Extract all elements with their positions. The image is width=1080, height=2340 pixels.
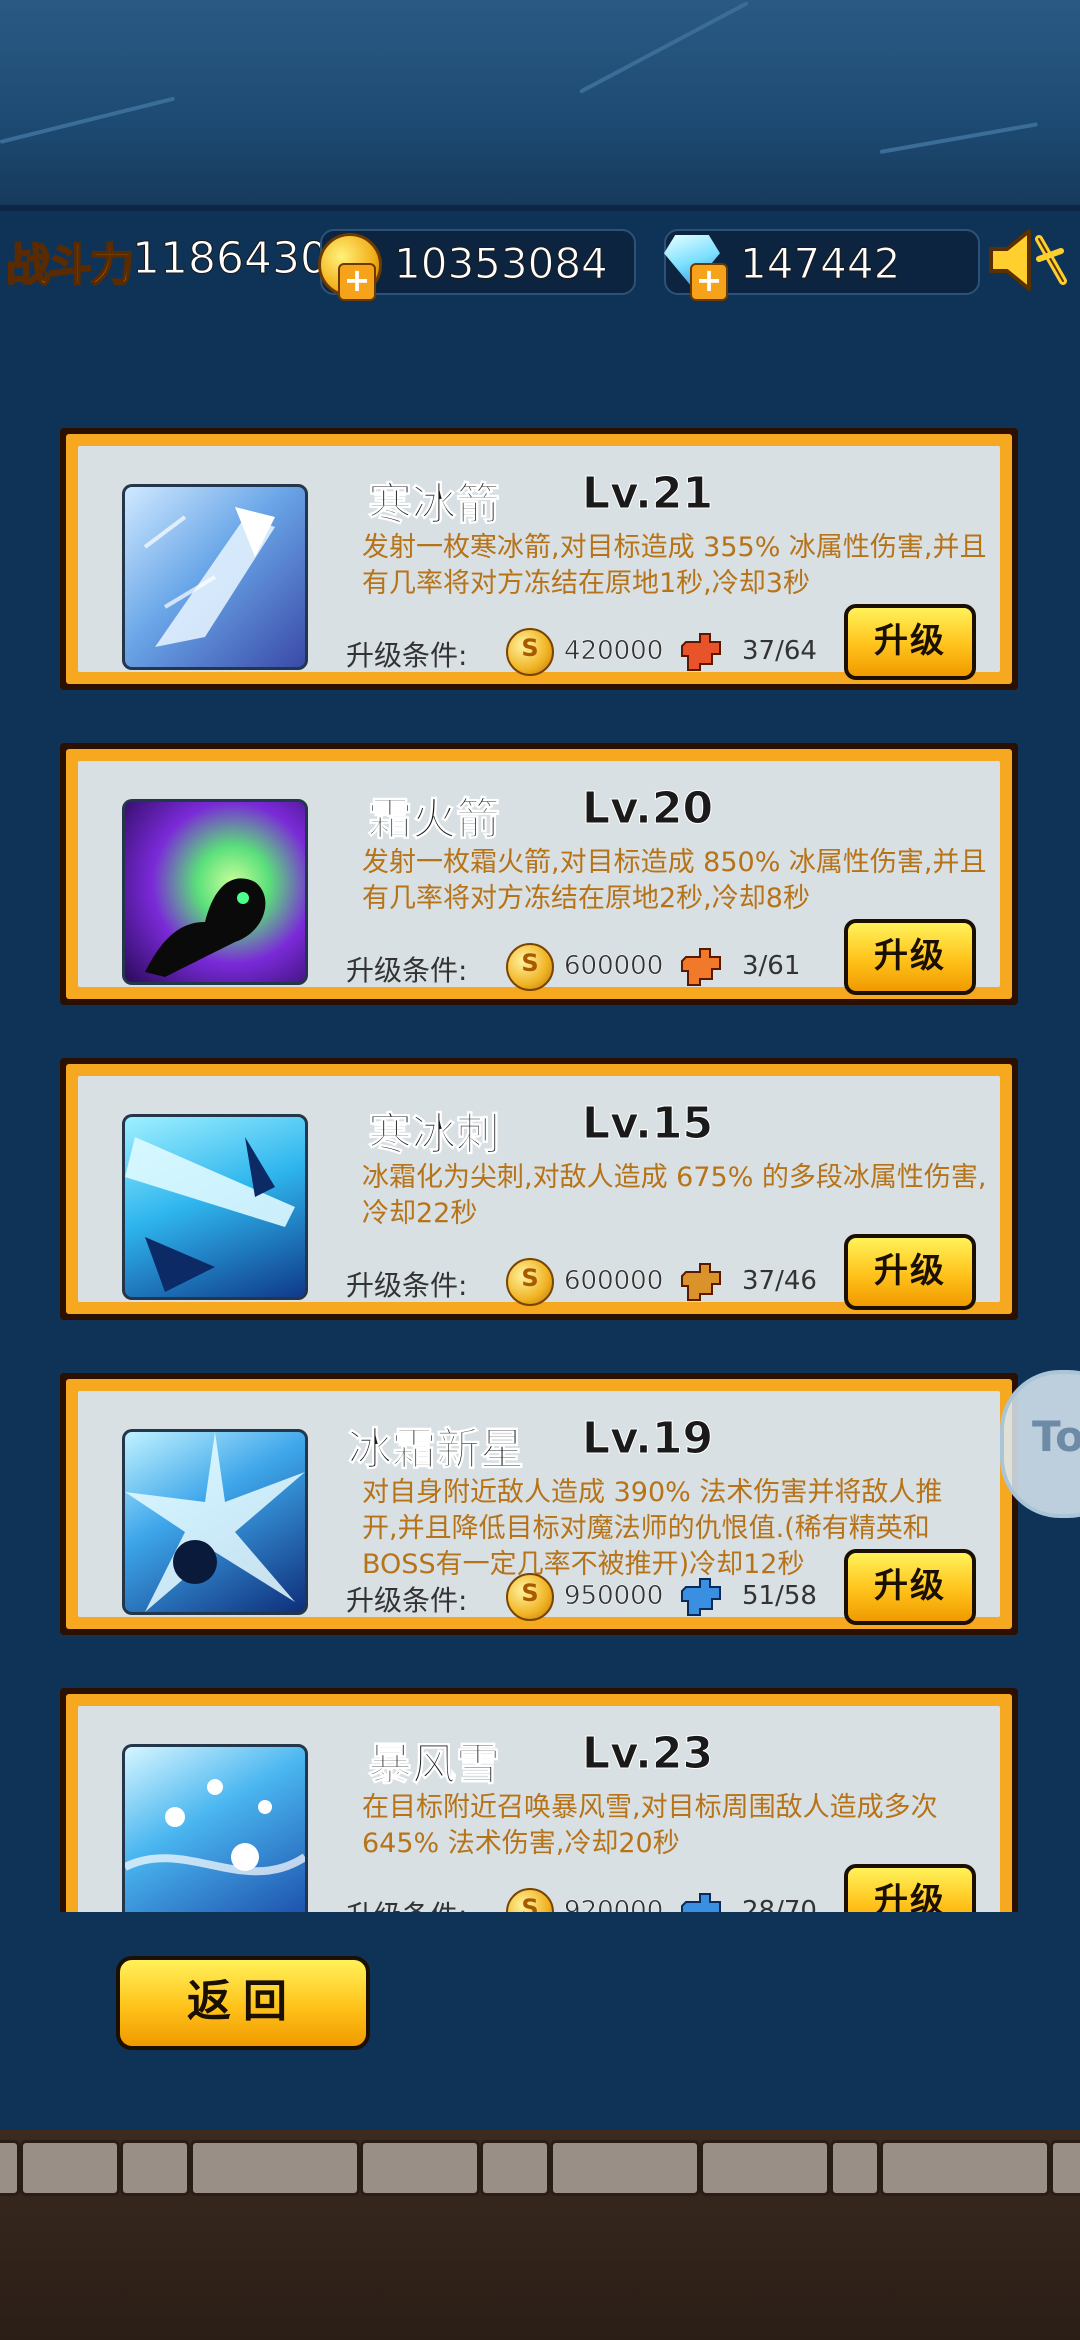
- skill-fragment-icon: [681, 1893, 721, 1912]
- crack-decoration: [0, 96, 176, 144]
- fragment-count: 37/46: [742, 1266, 817, 1296]
- skill-card: 暴风雪 Lv.23 在目标附近召唤暴风雪,对目标周围敌人造成多次 645% 法术…: [60, 1688, 1018, 1912]
- skill-card: 霜火箭 Lv.20 发射一枚霜火箭,对目标造成 850% 冰属性伤害,并且有几率…: [60, 743, 1018, 1005]
- skill-name: 冰霜新星: [348, 1424, 525, 1476]
- fragment-count: 28/70: [742, 1896, 817, 1912]
- combat-power-value: 1186430: [132, 233, 329, 285]
- skill-level: Lv.21: [581, 468, 714, 520]
- gold-cost: 920000: [564, 1896, 664, 1912]
- upgrade-button[interactable]: 升级: [844, 1234, 976, 1310]
- stats-bar: 战斗力 1186430 10353084 + 147442 +: [0, 215, 1080, 305]
- frostfire-arrow-icon: [122, 799, 308, 985]
- add-gold-icon[interactable]: +: [338, 263, 376, 301]
- skill-description: 发射一枚霜火箭,对目标造成 850% 冰属性伤害,并且有几率将对方冻结在原地2秒…: [362, 847, 987, 914]
- gold-cost: 420000: [564, 636, 664, 667]
- skill-fragment-icon: [681, 1263, 721, 1301]
- gold-coin-icon: [506, 1573, 554, 1621]
- gold-coin-icon: [506, 1258, 554, 1306]
- floating-badge-text: To: [1032, 1412, 1080, 1461]
- gold-cost: 600000: [564, 1266, 664, 1297]
- upgrade-condition-label: 升级条件:: [346, 639, 468, 672]
- skill-description: 在目标附近召唤暴风雪,对目标周围敌人造成多次 645% 法术伤害,冷却20秒: [362, 1792, 938, 1859]
- skill-card: 冰霜新星 Lv.19 对自身附近敌人造成 390% 法术伤害并将敌人推开,并且降…: [60, 1373, 1018, 1635]
- upgrade-condition-label: 升级条件:: [346, 1894, 467, 1912]
- skill-card: 寒冰刺 Lv.15 冰霜化为尖刺,对敌人造成 675% 的多段冰属性伤害,冷却2…: [60, 1058, 1018, 1320]
- gold-cost: 600000: [564, 951, 664, 982]
- sound-muted-icon[interactable]: [985, 225, 1067, 295]
- upgrade-condition-label: 升级条件:: [346, 1584, 468, 1617]
- gold-coin-icon: [506, 943, 554, 991]
- skill-level: Lv.20: [581, 783, 714, 835]
- combat-power-label: 战斗力: [5, 239, 135, 292]
- skill-name: 暴风雪: [368, 1739, 501, 1791]
- fragment-count: 51/58: [742, 1581, 817, 1611]
- gold-coin-icon: [506, 628, 554, 676]
- frost-nova-icon: [122, 1429, 308, 1615]
- gem-value: 147442: [739, 239, 901, 289]
- upgrade-condition-label: 升级条件:: [346, 1269, 468, 1302]
- skill-name: 寒冰箭: [368, 479, 501, 531]
- skill-fragment-icon: [681, 1578, 721, 1616]
- fragment-count: 3/61: [742, 951, 801, 981]
- crack-decoration: [879, 122, 1038, 154]
- upgrade-condition-label: 升级条件:: [346, 954, 468, 987]
- skill-fragment-icon: [681, 948, 721, 986]
- top-banner: [0, 0, 1080, 211]
- blizzard-icon: [122, 1744, 308, 1912]
- gold-cost: 950000: [564, 1581, 664, 1612]
- upgrade-button[interactable]: 升级: [844, 604, 976, 680]
- skill-name: 霜火箭: [368, 794, 501, 846]
- gold-value: 10353084: [394, 239, 609, 289]
- skill-name: 寒冰刺: [368, 1109, 501, 1161]
- skill-level: Lv.15: [581, 1098, 714, 1150]
- ice-spike-icon: [122, 1114, 308, 1300]
- upgrade-button[interactable]: 升级: [844, 1864, 976, 1912]
- gold-coin-icon: [506, 1888, 554, 1912]
- skill-list[interactable]: 寒冰箭 Lv.21 发射一枚寒冰箭,对目标造成 355% 冰属性伤害,并且有几率…: [0, 420, 1080, 1912]
- skill-level: Lv.19: [581, 1413, 714, 1465]
- back-button[interactable]: 返回: [116, 1956, 370, 2050]
- brick-wall: [0, 2140, 1080, 2198]
- crack-decoration: [579, 1, 749, 94]
- add-gem-icon[interactable]: +: [690, 263, 728, 301]
- upgrade-button[interactable]: 升级: [844, 919, 976, 995]
- skill-card: 寒冰箭 Lv.21 发射一枚寒冰箭,对目标造成 355% 冰属性伤害,并且有几率…: [60, 428, 1018, 690]
- frost-arrow-icon: [122, 484, 308, 670]
- skill-level: Lv.23: [581, 1728, 714, 1780]
- fragment-count: 37/64: [742, 636, 817, 666]
- skill-description: 发射一枚寒冰箭,对目标造成 355% 冰属性伤害,并且有几率将对方冻结在原地1秒…: [362, 532, 987, 599]
- skill-fragment-icon: [681, 633, 721, 671]
- skill-description: 冰霜化为尖刺,对敌人造成 675% 的多段冰属性伤害,冷却22秒: [362, 1162, 987, 1229]
- upgrade-button[interactable]: 升级: [844, 1549, 976, 1625]
